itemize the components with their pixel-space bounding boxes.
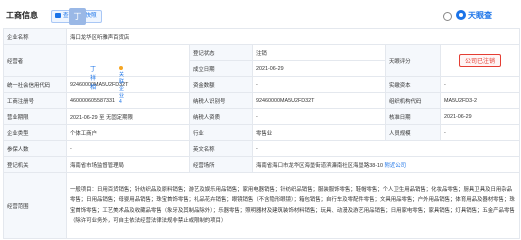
- operator-name-link[interactable]: 丁祥相: [90, 64, 96, 91]
- taxpayer-id-label: 纳税人识别号: [189, 92, 253, 109]
- score-label: 天眼评分: [385, 44, 441, 77]
- approve-date-label: 核准日期: [385, 108, 441, 125]
- english-name-label: 英文名称: [189, 140, 253, 157]
- capital-value: -: [252, 76, 386, 93]
- company-name-value: 海口龙华区听雅声百货店: [65, 28, 521, 45]
- staff-size-value: -: [439, 124, 521, 141]
- reg-number-value: 460000605587331: [66, 92, 190, 109]
- insured-value: -: [66, 140, 190, 157]
- taxpayer-qual-label: 纳税人资质: [189, 108, 253, 125]
- org-code-value: MA5U2FD3-2: [439, 92, 521, 109]
- capital-label: 资金数额: [189, 76, 253, 93]
- share-icon[interactable]: [443, 12, 452, 21]
- address-cell: 海南省海口市龙华区海垦街道滨濂南社区海垦路38-10 附近公司: [251, 156, 521, 173]
- table-row: 企业类型 个体工商户 行业 零售业 人员规模 -: [3, 124, 521, 141]
- address-label: 经营场所: [189, 156, 253, 173]
- insured-label: 参保人数: [3, 140, 67, 157]
- paid-capital-value: -: [439, 76, 521, 93]
- table-row: 登记机关 海南省市场监督管理局 经营场所 海南省海口市龙华区海垦街道滨濂南社区海…: [3, 156, 521, 173]
- related-companies-label: 关联企业 4: [119, 72, 125, 105]
- related-dot-icon: [119, 65, 123, 70]
- industry-label: 行业: [189, 124, 253, 141]
- table-row: 统一社会信用代码 92460000MA5U2FD32T 资金数额 - 实缴资本 …: [3, 76, 521, 93]
- nearby-companies-link[interactable]: 附近公司: [385, 163, 407, 169]
- credit-code-label: 统一社会信用代码: [3, 76, 67, 93]
- staff-size-label: 人员规模: [385, 124, 441, 141]
- status-label: 登记状态: [189, 44, 253, 61]
- table-row: 工商注册号 460000605587331 纳税人识别号 92460000MA5…: [3, 92, 521, 109]
- brand-name: 天眼查: [468, 11, 492, 20]
- est-date-value: 2021-06-29: [252, 60, 386, 77]
- company-type-value: 个体工商户: [66, 124, 190, 141]
- org-code-label: 组织机构代码: [385, 92, 441, 109]
- scope-label: 经营范围: [3, 172, 67, 239]
- revoked-badge: 公司已注销: [459, 54, 502, 67]
- est-date-label: 成立日期: [189, 60, 253, 77]
- scope-value: 一般项目：日用百货销售；针纺织品及原料销售；游艺及娱乐用品销售；家用电器销售；针…: [65, 172, 521, 239]
- operator-label: 经营者: [3, 44, 67, 77]
- credit-code-value: 92460000MA5U2FD32T: [66, 76, 190, 93]
- operator-avatar[interactable]: 丁: [69, 8, 86, 25]
- table-row: 经营者 登记状态 注销 天眼评分 公司已注销: [3, 44, 521, 77]
- address-value: 海南省海口市龙华区海垦街道滨濂南社区海垦路38-10: [256, 162, 383, 169]
- table-row: 参保人数 - 英文名称 -: [3, 140, 521, 157]
- authority-value: 海南省市场监督管理局: [66, 156, 190, 173]
- paid-capital-label: 实缴资本: [385, 76, 441, 93]
- company-type-label: 企业类型: [3, 124, 67, 141]
- english-name-value: -: [251, 140, 521, 157]
- term-value: 2021-06-29 至 无固定期限: [66, 108, 190, 125]
- table-row: 经营范围 一般项目：日用百货销售；针纺织品及原料销售；游艺及娱乐用品销售；家用电…: [3, 172, 521, 239]
- taxpayer-qual-value: -: [252, 108, 386, 125]
- term-label: 营业期限: [3, 108, 67, 125]
- industry-value: 零售业: [252, 124, 386, 141]
- info-table: 企业名称 海口龙华区听雅声百货店 经营者 登记状态 注销 天眼评分 公司已注销 …: [3, 28, 521, 239]
- eye-logo-icon: [456, 10, 466, 20]
- table-row: 企业名称 海口龙华区听雅声百货店: [3, 28, 521, 45]
- business-info-panel: 工商信息 查看工商快照 天眼查 企业名称 海口龙华区听雅声百货店 经营者 登记状…: [0, 0, 521, 240]
- company-name-label: 企业名称: [3, 28, 67, 45]
- revoked-badge-cell: 公司已注销: [439, 44, 521, 77]
- related-companies-link[interactable]: 关联企业 4: [119, 65, 124, 105]
- authority-label: 登记机关: [3, 156, 67, 173]
- approve-date-value: 2021-06-29: [439, 108, 521, 125]
- table-row: 营业期限 2021-06-29 至 无固定期限 纳税人资质 - 核准日期 202…: [3, 108, 521, 125]
- taxpayer-id-value: 92460000MA5U2FD32T: [252, 92, 386, 109]
- status-value: 注销: [252, 44, 386, 61]
- operator-cell: [66, 44, 190, 77]
- camera-icon: [55, 13, 61, 18]
- reg-number-label: 工商注册号: [3, 92, 67, 109]
- section-title: 工商信息: [6, 11, 38, 20]
